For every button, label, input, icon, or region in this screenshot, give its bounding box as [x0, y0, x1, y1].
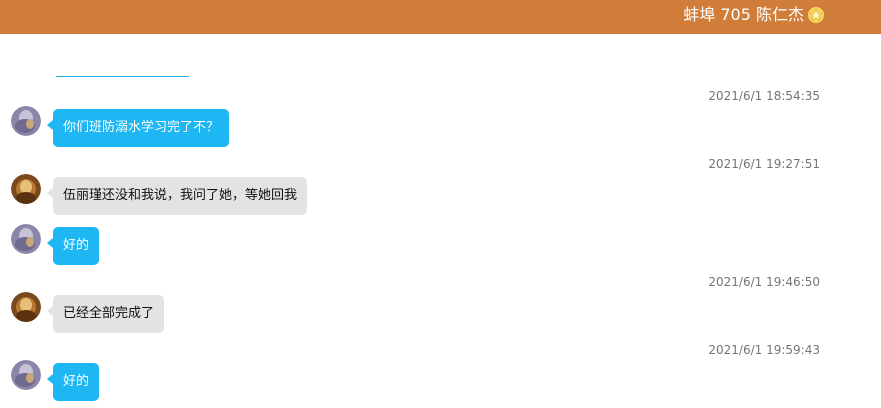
- message-bubble-outgoing[interactable]: 你们班防溺水学习完了不？: [46, 109, 230, 147]
- chat-header: 蚌埠 705 陈仁杰: [0, 0, 881, 34]
- message-bubble-incoming[interactable]: 已经全部完成了: [46, 295, 165, 333]
- message-timestamp: 2021/6/1 19:59:43: [708, 343, 820, 357]
- previous-message-edge: [56, 76, 189, 77]
- message-timestamp: 2021/6/1 18:54:35: [708, 89, 820, 103]
- message-bubble-incoming[interactable]: 伍丽瑾还没和我说，我问了她，等她回我: [46, 177, 308, 215]
- teacher-avatar[interactable]: [11, 360, 41, 390]
- student-avatar[interactable]: [11, 174, 41, 204]
- message-bubble-outgoing[interactable]: 好的: [46, 227, 100, 265]
- teacher-avatar[interactable]: [11, 224, 41, 254]
- message-timestamp: 2021/6/1 19:27:51: [708, 157, 820, 171]
- message-timestamp: 2021/6/1 19:46:50: [708, 275, 820, 289]
- star-icon: [807, 6, 825, 24]
- message-bubble-outgoing[interactable]: 好的: [46, 363, 100, 401]
- chat-title: 蚌埠 705 陈仁杰: [683, 5, 804, 24]
- teacher-avatar[interactable]: [11, 106, 41, 136]
- student-avatar[interactable]: [11, 292, 41, 322]
